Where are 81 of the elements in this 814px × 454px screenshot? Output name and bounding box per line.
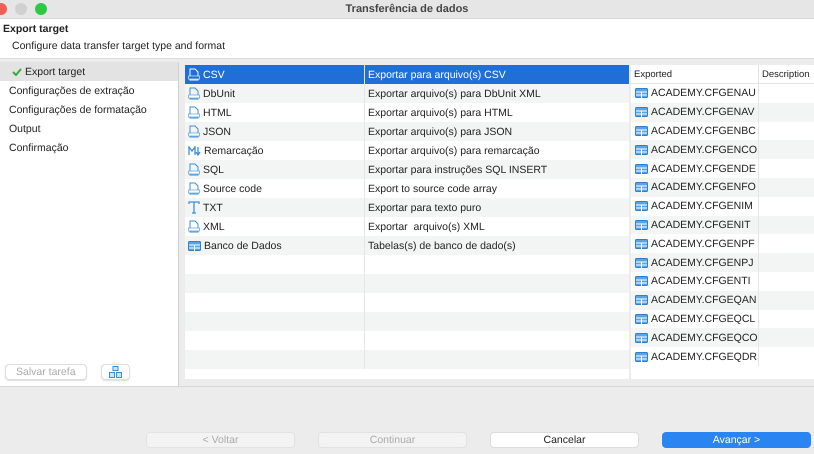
format-description: Exportar arquivo(s) para HTML: [368, 106, 513, 118]
wizard-step[interactable]: Confirmação: [0, 138, 178, 157]
table-name: ACADEMY.CFGEQDR: [651, 350, 757, 363]
format-description: Export to source code array: [368, 182, 497, 194]
table-name: ACADEMY.CFGENCO: [651, 144, 757, 156]
file-icon: [188, 87, 200, 100]
format-description: Exportar arquivo(s) para DbUnit XML: [368, 88, 541, 100]
column-header[interactable]: Exported: [631, 65, 759, 83]
table-icon: [635, 238, 648, 249]
table-icon: [635, 352, 648, 362]
table-icon: [635, 314, 648, 324]
table-name: ACADEMY.CFGENIT: [651, 218, 751, 231]
window-title: Transferência de dados: [346, 3, 468, 15]
format-row[interactable]: Banco de Dados Tabelas(s) de banco de dado(s): [185, 236, 629, 255]
format-name: DbUnit: [203, 88, 236, 100]
table-name: ACADEMY.CFGENIM: [651, 200, 753, 212]
boxes-icon: [108, 366, 122, 378]
table-icon: [188, 240, 201, 250]
format-row[interactable]: CSV Exportar para arquivo(s) CSV: [185, 65, 629, 84]
table-icon: [635, 88, 648, 98]
zoom-button[interactable]: [35, 3, 47, 15]
table-icon: [635, 126, 648, 136]
table-icon: [635, 332, 648, 343]
format-description: Exportar para arquivo(s) CSV: [368, 68, 506, 80]
format-name: SQL: [203, 164, 224, 176]
wizard-step[interactable]: Configurações de extração: [0, 81, 178, 100]
page-subtitle: Configure data transfer target type and format: [11, 40, 226, 52]
file-icon: [188, 125, 200, 138]
format-row[interactable]: DbUnit Exportar arquivo(s) para DbUnit XML: [185, 84, 629, 103]
format-name: JSON: [203, 126, 232, 138]
file-icon: [188, 182, 200, 195]
table-name: ACADEMY.CFGEQAN: [651, 294, 756, 306]
table-name: ACADEMY.CFGENPF: [651, 238, 755, 250]
table-icon: [635, 201, 648, 212]
wizard-step[interactable]: Output: [0, 119, 178, 138]
format-name: XML: [203, 220, 225, 232]
table-name: ACADEMY.CFGENAU: [651, 87, 756, 100]
column-header[interactable]: Description: [759, 65, 814, 83]
file-icon: [188, 220, 200, 233]
page-title: Export target: [3, 23, 68, 35]
table-icon: [635, 164, 648, 174]
table-icon: [635, 295, 648, 306]
format-description: Exportar para instruções SQL INSERT: [368, 164, 548, 176]
table-name: ACADEMY.CFGENTI: [651, 275, 751, 288]
table-name: ACADEMY.CFGENFO: [651, 181, 756, 194]
file-icon: [188, 106, 200, 119]
format-name: Remarcação: [204, 144, 264, 156]
table-icon: [635, 182, 648, 192]
table-name: ACADEMY.CFGENDE: [651, 162, 756, 175]
format-description: Exportar arquivo(s) para JSON: [368, 126, 512, 138]
format-name: HTML: [203, 106, 232, 118]
table-icon: [635, 276, 648, 286]
file-icon: [188, 163, 200, 176]
format-description: Exportar para texto puro: [368, 202, 482, 214]
format-row[interactable]: TXT Exportar para texto puro: [185, 198, 629, 217]
format-name: CSV: [203, 68, 225, 80]
table-name: ACADEMY.CFGENAV: [651, 106, 754, 118]
letter-t-icon: [188, 201, 200, 214]
file-icon: [188, 68, 200, 81]
wizard-step[interactable]: Export target: [0, 62, 178, 81]
format-name: Source code: [203, 182, 262, 194]
table-name: ACADEMY.CFGENPJ: [651, 256, 754, 269]
table-icon: [635, 107, 648, 118]
format-description: Exportar arquivo(s) para remarcação: [368, 144, 540, 156]
wizard-button[interactable]: Cancelar: [490, 432, 639, 448]
table-icon: [635, 144, 648, 155]
wizard-button[interactable]: Avançar >: [662, 432, 811, 448]
task-tree-button[interactable]: [100, 364, 130, 380]
wizard-step[interactable]: Configurações de formatação: [0, 100, 178, 119]
markdown-icon: [188, 146, 201, 156]
table-name: ACADEMY.CFGEQCL: [651, 312, 756, 325]
table-icon: [635, 258, 648, 268]
format-description: Exportar arquivo(s) XML: [368, 220, 485, 232]
format-row[interactable]: SQL Exportar para instruções SQL INSERT: [185, 160, 629, 179]
format-description: Tabelas(s) de banco de dado(s): [368, 240, 516, 252]
format-name: Banco de Dados: [204, 240, 282, 252]
format-row[interactable]: JSON Exportar arquivo(s) para JSON: [185, 122, 629, 141]
table-name: ACADEMY.CFGEQCO: [651, 332, 758, 344]
format-name: TXT: [203, 202, 223, 214]
table-name: ACADEMY.CFGENBC: [651, 124, 756, 137]
table-icon: [635, 220, 648, 230]
